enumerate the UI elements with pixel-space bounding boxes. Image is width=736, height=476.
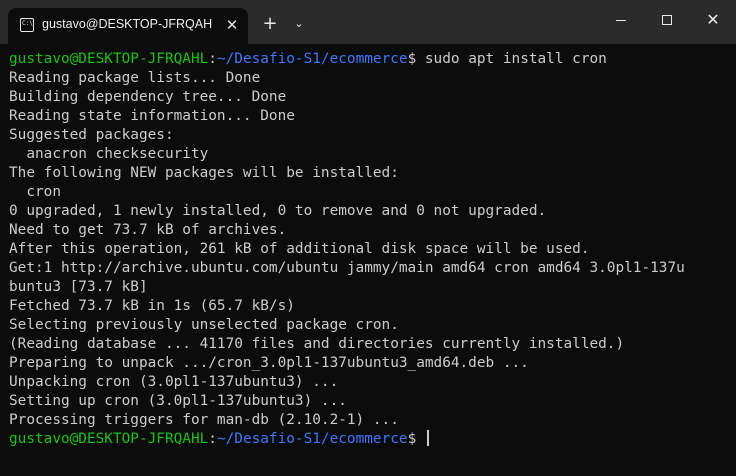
output-line: Reading package lists... Done [9,70,261,86]
output-line: After this operation, 261 kB of addition… [9,241,590,257]
text-cursor [426,430,429,446]
prompt-user-host: gustavo@DESKTOP-JFRQAHL [9,431,209,447]
terminal-window: C:\ gustavo@DESKTOP-JFRQAHL: ✕ + ⌄ ✕ gus… [0,0,736,476]
output-line: Need to get 73.7 kB of archives. [9,222,287,238]
title-bar[interactable]: C:\ gustavo@DESKTOP-JFRQAHL: ✕ + ⌄ ✕ [0,0,736,44]
prompt-line-current: gustavo@DESKTOP-JFRQAHL:~/Desafio-S1/eco… [9,430,429,449]
plus-icon[interactable]: + [258,13,282,35]
output-line: Reading state information... Done [9,108,295,124]
minimize-icon [616,20,626,21]
output-line: (Reading database ... 41170 files and di… [9,336,625,352]
output-line: cron [9,184,61,200]
output-line: Processing triggers for man-db (2.10.2-1… [9,412,399,428]
output-line: anacron checksecurity [9,146,209,162]
maximize-button[interactable] [644,0,690,40]
chevron-down-icon[interactable]: ⌄ [288,13,310,35]
output-line: The following NEW packages will be insta… [9,165,399,181]
terminal-tab[interactable]: C:\ gustavo@DESKTOP-JFRQAHL: ✕ [8,8,248,44]
tab-title: gustavo@DESKTOP-JFRQAHL: [42,17,212,31]
output-line: Preparing to unpack .../cron_3.0pl1-137u… [9,355,529,371]
output-line: Suggested packages: [9,127,174,143]
prompt-user-host: gustavo@DESKTOP-JFRQAHL [9,51,209,67]
maximize-icon [662,15,672,25]
output-line: 0 upgraded, 1 newly installed, 0 to remo… [9,203,547,219]
output-line: Get:1 http://archive.ubuntu.com/ubuntu j… [9,260,685,276]
output-line: Selecting previously unselected package … [9,317,399,333]
terminal-icon-label: C:\ [22,20,33,27]
terminal-content[interactable]: gustavo@DESKTOP-JFRQAHL:~/Desafio-S1/eco… [0,44,736,476]
output-line: buntu3 [73.7 kB] [9,279,148,295]
close-icon[interactable]: ✕ [222,15,242,35]
prompt-path: ~/Desafio-S1/ecommerce [216,51,408,67]
terminal-icon: C:\ [20,18,34,32]
prompt-path: ~/Desafio-S1/ecommerce [216,431,408,447]
output-line: Fetched 73.7 kB in 1s (65.7 kB/s) [9,298,295,314]
prompt-line-command: gustavo@DESKTOP-JFRQAHL:~/Desafio-S1/eco… [9,51,607,67]
output-line: Building dependency tree... Done [9,89,287,105]
window-close-icon: ✕ [706,10,720,29]
command-text: sudo apt install cron [424,51,607,67]
output-line: Unpacking cron (3.0pl1-137ubuntu3) ... [9,374,339,390]
output-line: Setting up cron (3.0pl1-137ubuntu3) ... [9,393,347,409]
minimize-button[interactable] [598,0,644,40]
close-window-button[interactable]: ✕ [690,0,736,40]
